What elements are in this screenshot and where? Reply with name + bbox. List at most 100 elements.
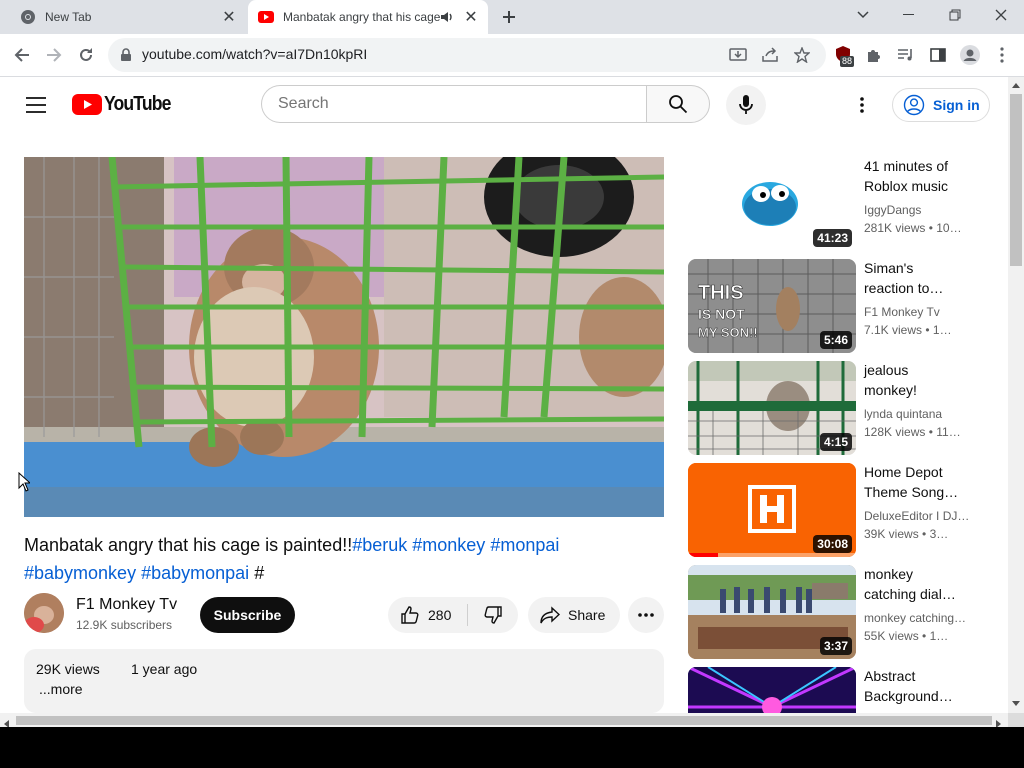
extension-ublock-icon[interactable]: 88 — [836, 46, 856, 70]
recommendation-channel[interactable]: F1 Monkey Tv — [864, 305, 994, 319]
recommendation-title[interactable]: jealous monkey! — [864, 360, 994, 400]
hashtag-link[interactable]: #monpai — [490, 535, 559, 555]
vertical-scroll-thumb[interactable] — [1010, 94, 1022, 266]
back-button[interactable] — [6, 39, 38, 71]
media-controls-icon[interactable] — [895, 45, 917, 65]
subscribe-label: Subscribe — [213, 607, 282, 623]
recommendation-thumbnail[interactable]: THIS IS NOT MY SON!! 5:46 — [688, 259, 856, 353]
side-panel-icon[interactable] — [927, 45, 949, 65]
thumbs-up-icon — [401, 606, 419, 624]
channel-name[interactable]: F1 Monkey Tv — [76, 596, 177, 614]
recommendation-thumbnail[interactable]: 3:37 — [688, 565, 856, 659]
arrow-right-icon — [47, 48, 62, 62]
tab-new-tab[interactable]: New Tab ✕ — [8, 0, 246, 34]
screen-bottom-bar — [0, 727, 1024, 768]
minimize-button[interactable] — [886, 0, 932, 30]
recommendation-thumbnail[interactable]: 4:15 — [688, 361, 856, 455]
recommendation-meta: 281K views • 10… — [864, 221, 962, 235]
video-frame-image — [24, 157, 664, 517]
install-app-icon[interactable] — [727, 45, 749, 65]
youtube-page: YouTube Search Sign in Manbatak angry th… — [0, 77, 1008, 713]
title-line: Home Depot — [864, 464, 943, 480]
scroll-up-arrow-icon[interactable] — [1010, 80, 1022, 90]
recommendation-title[interactable]: Siman's reaction to… — [864, 258, 994, 298]
settings-menu-icon[interactable] — [860, 97, 864, 118]
close-icon[interactable]: ✕ — [220, 8, 238, 26]
tab-search-button[interactable] — [840, 0, 886, 30]
recommendation-title[interactable]: monkey catching dial… — [864, 564, 994, 604]
recommendation-thumbnail[interactable] — [688, 667, 856, 713]
share-arrow-icon — [540, 606, 560, 624]
like-button[interactable]: 280 — [388, 597, 468, 633]
title-line: Abstract — [864, 668, 916, 684]
hashtag-link[interactable]: #babymonpai — [141, 563, 249, 583]
new-tab-button[interactable] — [498, 6, 520, 28]
close-window-button[interactable] — [978, 0, 1024, 30]
recommendation-thumbnail[interactable]: 41:23 — [688, 157, 856, 251]
hamburger-menu-icon[interactable] — [26, 97, 46, 118]
scroll-down-arrow-icon[interactable] — [1010, 698, 1022, 708]
title-line: Roblox music — [864, 178, 949, 194]
recommendation-title[interactable]: 41 minutes of Roblox music — [864, 156, 994, 196]
recommendation-channel[interactable]: DeluxeEditor I DJ… — [864, 509, 994, 523]
tab-youtube-video[interactable]: Manbatak angry that his cage ✕ — [248, 0, 488, 34]
video-player[interactable] — [24, 157, 664, 517]
recommendation-title[interactable]: Abstract Background… — [864, 666, 994, 706]
search-placeholder: Search — [278, 95, 329, 112]
recommendation-channel[interactable]: IggyDangs — [864, 203, 994, 217]
forward-button[interactable] — [38, 39, 70, 71]
age: 10… — [936, 221, 962, 235]
url-text[interactable]: youtube.com/watch?v=aI7Dn10kpRI — [142, 46, 367, 62]
recommendation-channel[interactable]: lynda quintana — [864, 407, 994, 421]
sign-in-button[interactable]: Sign in — [892, 88, 990, 122]
puzzle-extensions-icon[interactable] — [863, 45, 885, 65]
duration-badge: 3:37 — [819, 637, 852, 655]
thumbs-down-icon — [484, 606, 502, 624]
channel-avatar[interactable] — [24, 593, 64, 633]
subscribe-button[interactable]: Subscribe — [200, 597, 295, 633]
title-line: Theme Song… — [864, 484, 959, 500]
hashtag-link[interactable]: #monkey — [412, 535, 485, 555]
more-actions-button[interactable] — [628, 597, 664, 633]
thumbnail-overlay-text: MY SON!! — [698, 325, 758, 340]
reload-button[interactable] — [70, 39, 102, 71]
restore-icon — [949, 9, 961, 21]
video-title-text: Manbatak angry that his cage is painted!… — [24, 535, 353, 555]
views: 7.1K views — [864, 323, 923, 337]
search-input[interactable]: Search — [261, 85, 647, 123]
search-button[interactable] — [646, 85, 710, 123]
more-horizontal-icon — [638, 613, 654, 617]
reload-icon — [80, 48, 92, 61]
share-page-icon[interactable] — [759, 45, 781, 65]
views: 281K views — [864, 221, 926, 235]
dislike-button[interactable] — [470, 597, 516, 633]
recommendation-meta: 128K views • 11… — [864, 425, 961, 439]
share-button[interactable]: Share — [528, 597, 620, 633]
youtube-logo[interactable]: YouTube — [72, 93, 180, 116]
tab-title: New Tab — [45, 10, 92, 24]
recommendation-channel[interactable]: monkey catching… — [864, 611, 994, 625]
scrollbar-corner — [1008, 713, 1024, 727]
profile-avatar-icon[interactable] — [959, 45, 981, 65]
close-icon[interactable]: ✕ — [462, 8, 480, 26]
title-line: 41 minutes of — [864, 158, 949, 174]
description-box[interactable]: 29K views 1 year ago ...more — [24, 649, 664, 713]
video-title: Manbatak angry that his cage is painted!… — [24, 531, 664, 587]
voice-search-button[interactable] — [726, 85, 766, 125]
hashtag-link[interactable]: #beruk — [352, 535, 407, 555]
more-link[interactable]: ...more — [39, 681, 83, 697]
speaker-icon[interactable] — [440, 10, 456, 24]
horizontal-scroll-thumb[interactable] — [16, 716, 992, 725]
browser-menu-icon[interactable] — [991, 45, 1013, 65]
subscriber-count: 12.9K subscribers — [76, 618, 173, 632]
views: 39K views — [864, 527, 919, 541]
title-line: catching dial… — [864, 586, 956, 602]
restore-button[interactable] — [932, 0, 978, 30]
lock-icon[interactable] — [120, 48, 132, 67]
bookmark-star-icon[interactable] — [791, 45, 813, 65]
hashtag-link[interactable]: #babymonkey — [24, 563, 136, 583]
recommendation-title[interactable]: Home Depot Theme Song… — [864, 462, 994, 502]
recommendation-thumbnail[interactable]: 30:08 — [688, 463, 856, 557]
title-line: jealous — [864, 362, 909, 378]
share-label: Share — [568, 607, 606, 623]
